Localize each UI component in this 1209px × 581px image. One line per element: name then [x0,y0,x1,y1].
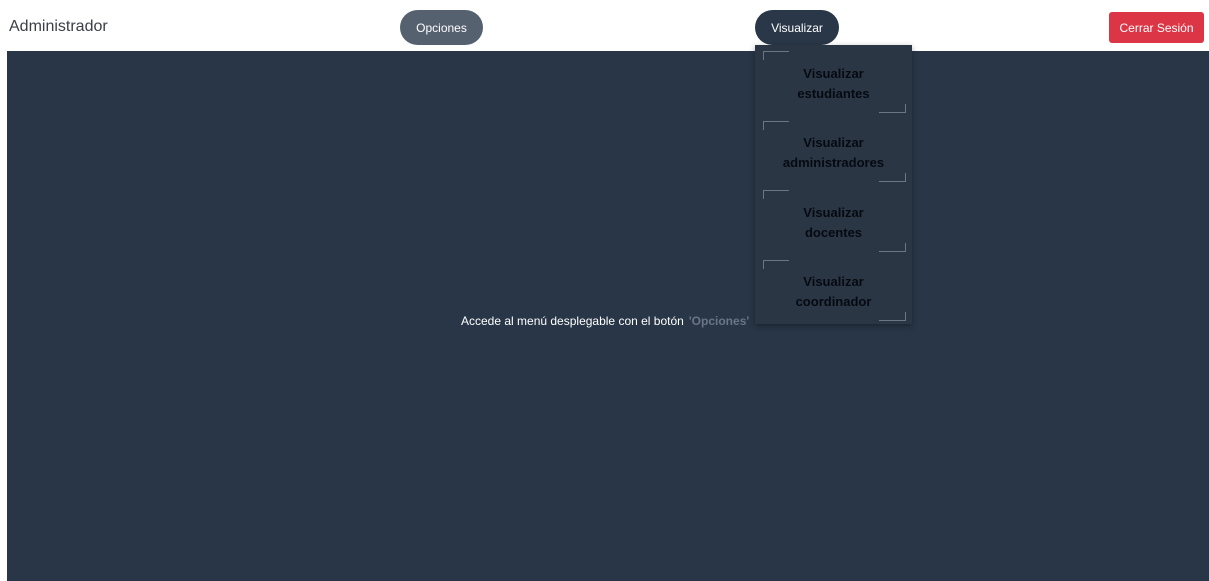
dropdown-item-label: Visualizar docentes [803,204,864,240]
brand-title: Administrador [9,18,108,35]
dropdown-item-coordinador[interactable]: Visualizar coordinador [755,254,912,324]
corner-decoration [763,120,789,130]
visualizar-button[interactable]: Visualizar [755,10,839,45]
corner-decoration [879,242,906,252]
dropdown-item-label: Visualizar estudiantes [797,65,870,101]
options-button[interactable]: Opciones [400,10,483,45]
corner-decoration [879,103,906,113]
dropdown-item-administradores[interactable]: Visualizar administradores [755,115,912,185]
hint-text-body: Accede al menú desplegable con el botón [461,314,684,328]
corner-decoration [763,190,789,199]
visualizar-dropdown-menu: Visualizar estudiantes Visualizar admini… [755,45,912,324]
corner-decoration [763,259,789,269]
corner-decoration [879,173,906,182]
top-navbar: Administrador Opciones Visualizar Cerrar… [0,0,1209,51]
dropdown-item-label: Visualizar administradores [782,135,885,171]
logout-button[interactable]: Cerrar Sesión [1109,12,1204,43]
dropdown-item-estudiantes[interactable]: Visualizar estudiantes [755,45,912,115]
dropdown-item-label: Visualizar coordinador [795,274,872,310]
hint-text: Accede al menú desplegable con el botón '… [461,313,749,329]
corner-decoration [879,312,906,321]
dropdown-item-docentes[interactable]: Visualizar docentes [755,184,912,254]
hint-text-highlight: 'Opciones' [688,314,750,328]
corner-decoration [763,51,789,60]
